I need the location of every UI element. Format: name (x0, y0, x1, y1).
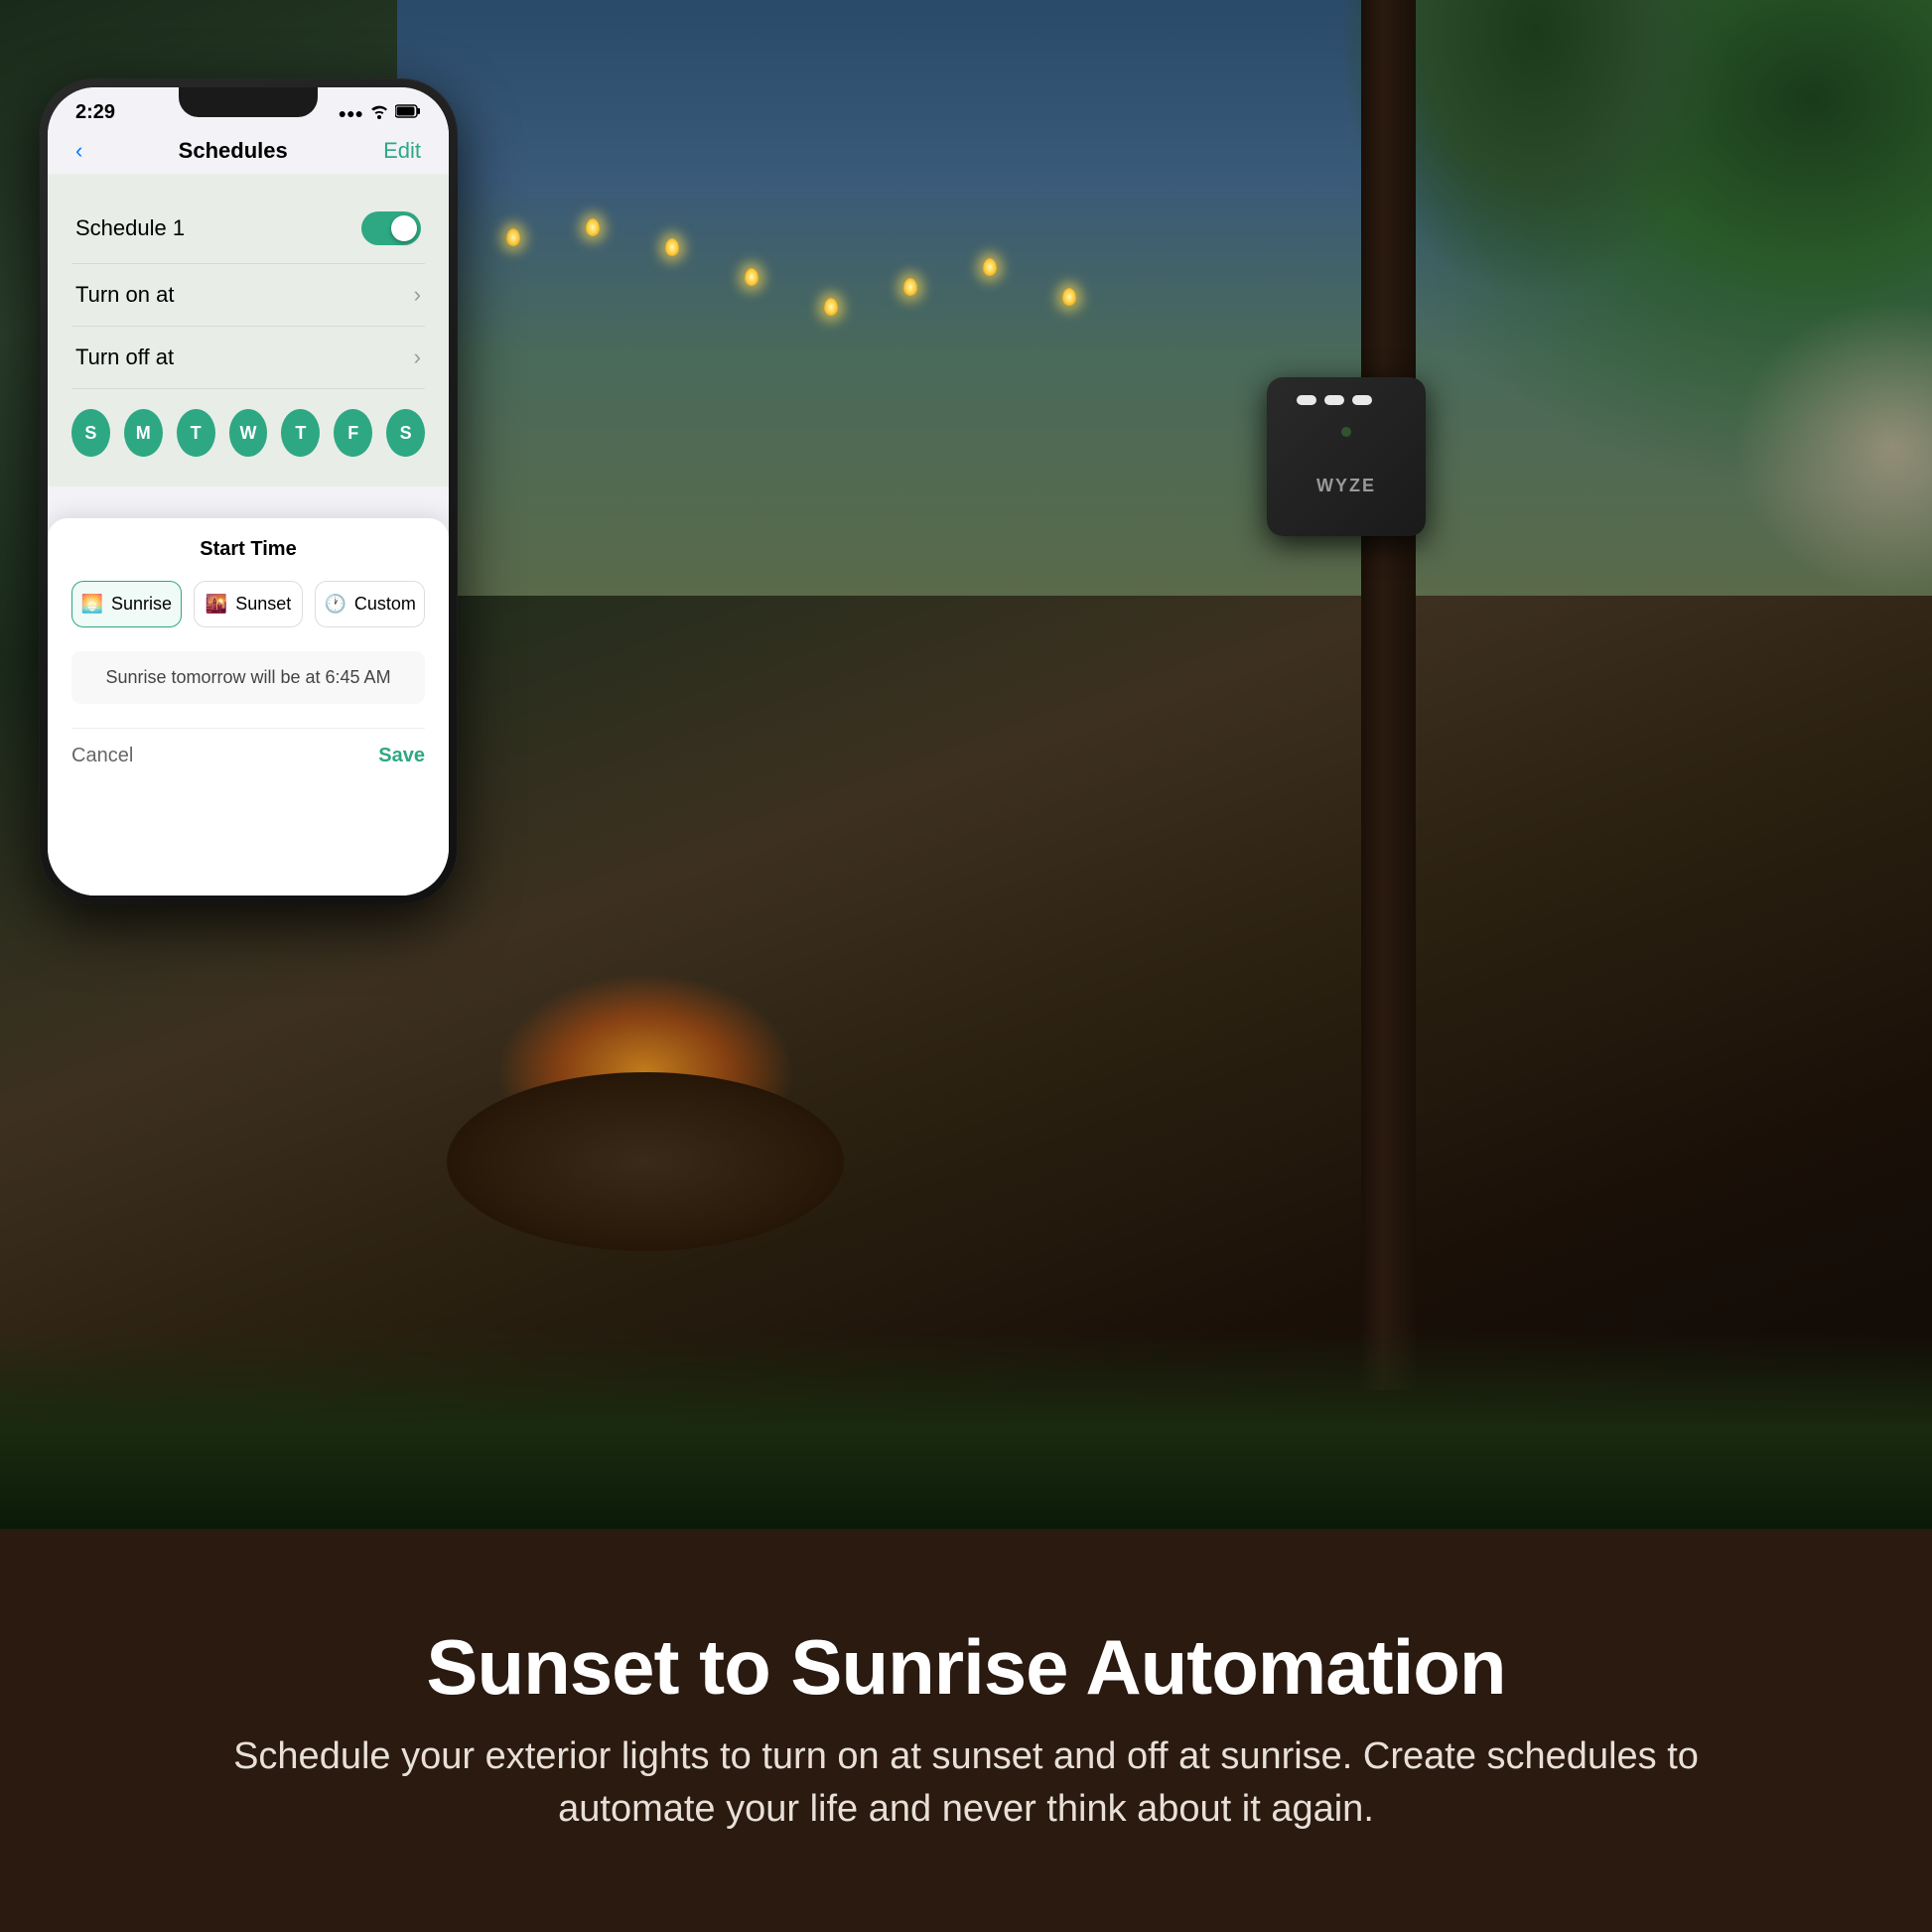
turn-on-label: Turn on at (75, 282, 174, 308)
signal-icon: ●●● (339, 105, 363, 121)
pole (1361, 0, 1416, 1390)
status-time: 2:29 (75, 101, 115, 124)
day-monday[interactable]: M (124, 409, 163, 457)
turn-on-row[interactable]: Turn on at › (71, 264, 425, 327)
phone-screen: 2:29 ●●● ‹ Schedules Edit (48, 87, 449, 896)
day-saturday[interactable]: S (386, 409, 425, 457)
wyze-logo: WYZE (1316, 476, 1376, 496)
phone-body: 2:29 ●●● ‹ Schedules Edit (40, 79, 457, 903)
battery-icon (395, 104, 421, 121)
flowers-decor (1733, 298, 1932, 596)
toggle-knob (391, 215, 417, 241)
sheet-title: Start Time (71, 538, 425, 561)
cancel-button[interactable]: Cancel (71, 745, 133, 767)
bottom-text-section: Sunset to Sunrise Automation Schedule yo… (0, 1529, 1932, 1932)
phone-notch (179, 87, 318, 117)
day-sunday[interactable]: S (71, 409, 110, 457)
day-selector: S M T W T F S (71, 389, 425, 467)
turn-off-chevron: › (414, 345, 421, 370)
led-3 (1352, 395, 1372, 405)
phone-mockup: 2:29 ●●● ‹ Schedules Edit (40, 79, 457, 903)
back-button[interactable]: ‹ (75, 138, 82, 164)
wifi-icon (369, 103, 389, 122)
nav-bar: ‹ Schedules Edit (48, 130, 449, 174)
day-thursday[interactable]: T (281, 409, 320, 457)
nav-title: Schedules (179, 138, 288, 164)
sunrise-info: Sunrise tomorrow will be at 6:45 AM (71, 651, 425, 704)
custom-option[interactable]: 🕐 Custom (315, 581, 425, 627)
sunrise-label: Sunrise (111, 594, 172, 615)
turn-on-chevron: › (414, 282, 421, 308)
schedule-name: Schedule 1 (75, 215, 185, 241)
fire-pit (397, 903, 894, 1251)
sheet-actions: Cancel Save (71, 728, 425, 767)
schedule-toggle[interactable] (361, 211, 421, 245)
wyze-status-dot (1341, 427, 1351, 437)
led-2 (1324, 395, 1344, 405)
sunrise-icon: 🌅 (81, 594, 103, 615)
fire-pit-base (447, 1072, 844, 1251)
sunset-option[interactable]: 🌇 Sunset (194, 581, 304, 627)
time-options: 🌅 Sunrise 🌇 Sunset 🕐 Custom (71, 581, 425, 627)
turn-off-row[interactable]: Turn off at › (71, 327, 425, 389)
led-1 (1297, 395, 1316, 405)
main-headline: Sunset to Sunrise Automation (426, 1625, 1505, 1711)
sunset-label: Sunset (235, 594, 291, 615)
save-button[interactable]: Save (378, 745, 425, 767)
schedule-row-1: Schedule 1 (71, 194, 425, 264)
edit-button[interactable]: Edit (383, 138, 421, 164)
photo-background: WYZE 2:29 ●●● (0, 0, 1932, 1529)
schedule-area: Schedule 1 Turn on at › Turn off at › (48, 174, 449, 486)
turn-off-label: Turn off at (75, 345, 174, 370)
day-wednesday[interactable]: W (229, 409, 268, 457)
status-icons: ●●● (339, 103, 421, 122)
start-time-sheet: Start Time 🌅 Sunrise 🌇 Sunset (48, 518, 449, 896)
custom-label: Custom (354, 594, 416, 615)
wyze-outdoor-plug: WYZE (1267, 377, 1446, 576)
grass-overlay (0, 1330, 1932, 1529)
custom-icon: 🕐 (324, 594, 345, 615)
sunset-icon: 🌇 (206, 594, 227, 615)
sunrise-option[interactable]: 🌅 Sunrise (71, 581, 182, 627)
sub-description: Schedule your exterior lights to turn on… (172, 1730, 1760, 1836)
day-friday[interactable]: F (334, 409, 372, 457)
day-tuesday[interactable]: T (177, 409, 215, 457)
